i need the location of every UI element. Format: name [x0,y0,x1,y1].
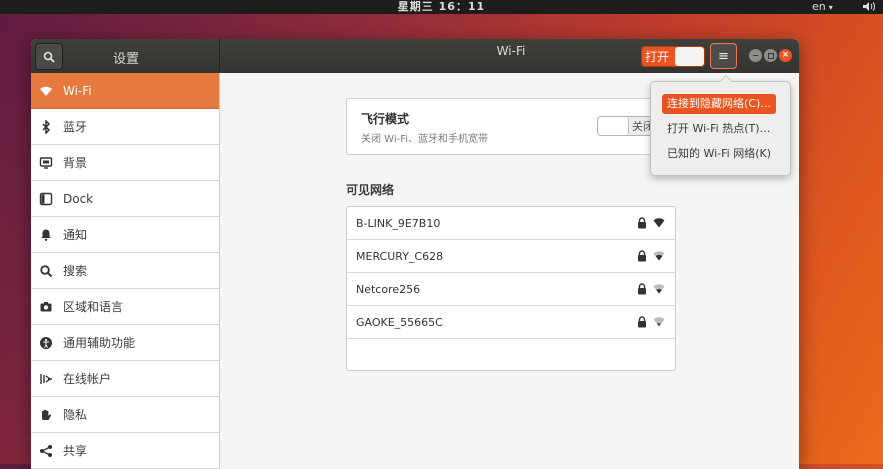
network-ssid: B-LINK_9E7B10 [356,217,441,230]
sidebar-item-accessibility[interactable]: 通用辅助功能 [31,325,219,361]
sidebar-item-dock[interactable]: Dock [31,181,219,217]
sidebar-item-label: 背景 [63,156,88,170]
search-button[interactable] [35,43,63,70]
sidebar-item-label: 搜索 [63,264,88,278]
clock[interactable]: 星期三 16：11 [0,0,883,14]
network-row[interactable]: Netcore256 [347,273,675,306]
close-icon: × [781,50,790,60]
wifi-signal-icon [653,284,665,294]
sidebar-item-label: Wi-Fi [63,83,92,98]
menu-item-known-networks[interactable]: 已知的 Wi-Fi 网络(K) [662,144,776,164]
sidebar-item-label: 在线帐户 [63,372,112,386]
network-row[interactable]: MERCURY_C628 [347,240,675,273]
bluetooth-icon [39,119,53,134]
header-bar: 设置 Wi-Fi 打开 ≡ × [31,39,799,73]
sidebar-item-search[interactable]: 搜索 [31,253,219,289]
accessibility-icon [39,336,53,350]
wifi-signal-icon [653,317,665,327]
sidebar-item-label: 通用辅助功能 [63,336,136,350]
search-icon [43,51,55,63]
lock-icon [638,250,646,262]
sidebar: Wi-Fi 蓝牙 背景 Dock 通知 搜索 区域和语言 通用辅助功能 在线帐户… [31,73,220,469]
sidebar-item-wifi[interactable]: Wi-Fi [31,73,219,109]
network-ssid: GAOKE_55665C [356,316,443,329]
network-ssid: Netcore256 [356,283,421,296]
wifi-signal-icon [653,251,665,261]
wifi-toggle-knob [675,47,704,66]
network-list: B-LINK_9E7B10 MERCURY_C628 Netcore256 GA… [346,206,676,371]
airplane-mode-title: 飞行模式 [361,112,410,126]
sidebar-item-region-language[interactable]: 区域和语言 [31,289,219,325]
network-row[interactable]: GAOKE_55665C [347,306,675,339]
sidebar-item-privacy[interactable]: 隐私 [31,397,219,433]
wifi-toggle-label: 打开 [645,50,670,64]
share-icon [39,444,53,458]
sidebar-item-label: Dock [63,191,94,206]
camera-icon [39,300,53,314]
hamburger-icon: ≡ [718,48,729,64]
search-icon [39,264,53,278]
volume-icon[interactable] [862,1,876,12]
close-button[interactable]: × [779,49,792,62]
network-ssid: MERCURY_C628 [356,250,444,263]
lock-icon [638,316,646,328]
sidebar-item-label: 共享 [63,444,88,458]
lock-icon [638,283,646,295]
sidebar-item-label: 蓝牙 [63,120,88,134]
wifi-icon [39,84,53,98]
sidebar-item-background[interactable]: 背景 [31,145,219,181]
hand-icon [39,408,53,422]
chevron-down-icon: ▾ [828,3,833,12]
popover-arrow [719,75,733,82]
wifi-menu-popover: 连接到隐藏网络(C)… 打开 Wi-Fi 热点(T)… 已知的 Wi-Fi 网络… [650,75,791,176]
sidebar-item-label: 隐私 [63,408,88,422]
lock-icon [638,217,646,229]
menu-button[interactable]: ≡ [710,43,737,69]
network-row[interactable]: B-LINK_9E7B10 [347,207,675,240]
minimize-button[interactable] [749,49,762,62]
sidebar-item-label: 区域和语言 [63,300,124,314]
sidebar-item-bluetooth[interactable]: 蓝牙 [31,109,219,145]
wifi-signal-icon [653,218,665,228]
airplane-toggle-knob [598,117,629,135]
dock-icon [39,192,53,206]
language-indicator[interactable]: en ▾ [812,0,833,15]
airplane-mode-row: 飞行模式 关闭 Wi-Fi、蓝牙和手机宽带 关闭 [346,98,678,155]
menu-item-connect-hidden[interactable]: 连接到隐藏网络(C)… [662,94,777,114]
bell-icon [39,228,53,242]
airplane-mode-subtitle: 关闭 Wi-Fi、蓝牙和手机宽带 [361,134,489,145]
top-bar: 星期三 16：11 en ▾ [0,0,883,14]
visible-networks-heading: 可见网络 [346,183,395,197]
sidebar-title: 设置 [113,52,140,67]
background-icon [39,156,53,170]
maximize-button[interactable] [764,49,777,62]
header-separator [219,39,220,73]
sidebar-item-label: 通知 [63,228,88,242]
language-label: en [812,0,826,13]
wifi-toggle[interactable]: 打开 [641,46,705,67]
sidebar-item-online-accounts[interactable]: 在线帐户 [31,361,219,397]
sidebar-item-notifications[interactable]: 通知 [31,217,219,253]
menu-item-hotspot[interactable]: 打开 Wi-Fi 热点(T)… [662,119,776,139]
online-accounts-icon [39,372,53,386]
